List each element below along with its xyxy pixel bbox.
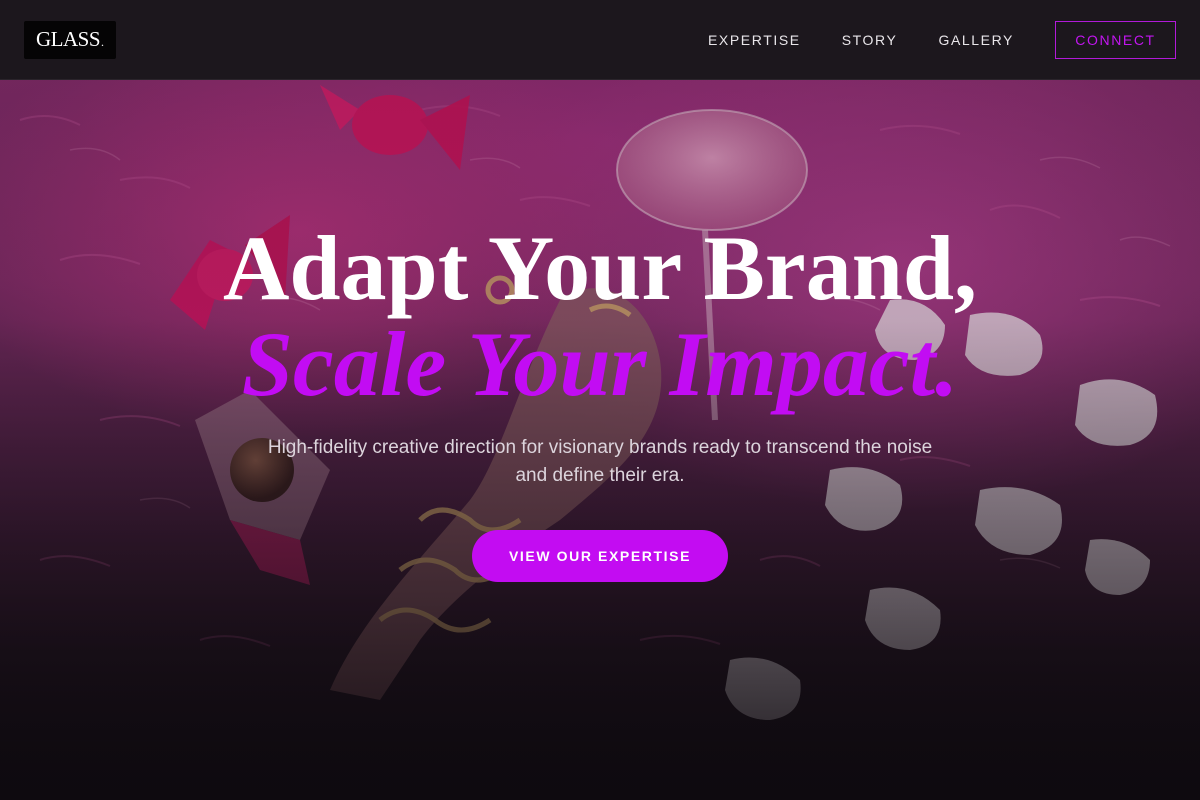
- hero-subtitle: High-fidelity creative direction for vis…: [267, 437, 933, 486]
- hero-headline-line2: Scale Your Impact.: [241, 313, 959, 415]
- view-expertise-button[interactable]: VIEW OUR EXPERTISE: [472, 530, 728, 582]
- hero-content: Adapt Your Brand, Scale Your Impact. Hig…: [0, 0, 1200, 800]
- hero-headline-line1: Adapt Your Brand,: [222, 217, 978, 319]
